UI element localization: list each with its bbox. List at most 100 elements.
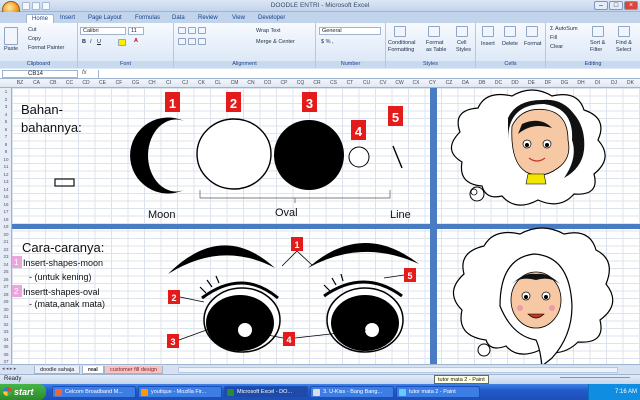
column-header[interactable]: CX: [410, 80, 422, 86]
row-header[interactable]: 5: [0, 119, 12, 124]
zoom-slider[interactable]: [560, 377, 630, 382]
row-header[interactable]: 36: [0, 352, 12, 357]
row-header[interactable]: 23: [0, 254, 12, 259]
delete-cells-button[interactable]: Delete: [502, 41, 518, 47]
clear-button[interactable]: Clear: [550, 44, 563, 50]
function-icon[interactable]: fx: [82, 70, 96, 78]
column-header[interactable]: CB: [47, 80, 59, 86]
format-cells-button[interactable]: Format: [524, 41, 541, 47]
cell-styles-label-2[interactable]: Styles: [456, 47, 471, 53]
autosum-button[interactable]: Σ AutoSum: [550, 26, 578, 32]
font-size-select[interactable]: 11: [128, 27, 144, 35]
cut-button[interactable]: Cut: [28, 27, 37, 33]
row-header[interactable]: 32: [0, 322, 12, 327]
column-header[interactable]: DB: [476, 80, 488, 86]
format-as-table-icon[interactable]: [428, 26, 440, 37]
column-header[interactable]: CM: [229, 80, 241, 86]
tab-developer[interactable]: Developer: [258, 14, 285, 23]
column-header[interactable]: CP: [278, 80, 290, 86]
save-icon[interactable]: [22, 2, 30, 10]
align-middle-icon[interactable]: [188, 27, 196, 34]
left-eye[interactable]: [199, 275, 281, 353]
row-header[interactable]: 26: [0, 277, 12, 282]
redo-icon[interactable]: [42, 2, 50, 10]
column-header[interactable]: CC: [64, 80, 76, 86]
sheet-tab-real[interactable]: real: [82, 366, 104, 374]
left-eyebrow[interactable]: [168, 245, 275, 274]
sheet-nav-arrows[interactable]: ◂ ◂ ▸ ▸: [2, 366, 32, 374]
row-header[interactable]: 15: [0, 194, 12, 199]
column-header[interactable]: DK: [625, 80, 637, 86]
line-shape[interactable]: [392, 145, 403, 169]
column-header[interactable]: CN: [245, 80, 257, 86]
align-center-icon[interactable]: [188, 38, 196, 45]
task-celcom[interactable]: Celcom Broadband M...: [52, 386, 136, 398]
sheet-tab-customer-fill-design[interactable]: customer fill design: [104, 366, 164, 374]
row-header[interactable]: 1: [0, 89, 12, 94]
fill-color-icon[interactable]: [118, 39, 126, 46]
underline-button[interactable]: U: [97, 39, 101, 45]
formula-input[interactable]: [98, 70, 638, 78]
row-header[interactable]: 21: [0, 239, 12, 244]
row-header[interactable]: 8: [0, 142, 12, 147]
row-header[interactable]: 12: [0, 172, 12, 177]
align-left-icon[interactable]: [178, 38, 186, 45]
selected-cell[interactable]: [54, 178, 75, 187]
copy-button[interactable]: Copy: [28, 36, 41, 42]
cell-styles-label[interactable]: Cell: [457, 40, 466, 46]
column-header[interactable]: DA: [460, 80, 472, 86]
row-header[interactable]: 27: [0, 284, 12, 289]
sort-filter-icon[interactable]: [592, 26, 604, 37]
column-header[interactable]: CQ: [295, 80, 307, 86]
undo-icon[interactable]: [32, 2, 40, 10]
format-cells-icon[interactable]: [526, 26, 538, 37]
column-header[interactable]: CG: [130, 80, 142, 86]
bold-button[interactable]: B: [82, 39, 86, 45]
column-header[interactable]: CE: [97, 80, 109, 86]
name-box[interactable]: CB14: [2, 70, 78, 78]
row-header[interactable]: 3: [0, 104, 12, 109]
align-right-icon[interactable]: [198, 38, 206, 45]
tab-page-layout[interactable]: Page Layout: [88, 14, 122, 23]
paste-icon[interactable]: [4, 27, 18, 45]
paste-label[interactable]: Paste: [4, 46, 18, 52]
small-oval-shape[interactable]: [348, 146, 370, 168]
find-select-label-2[interactable]: Select: [616, 47, 631, 53]
column-header[interactable]: CZ: [443, 80, 455, 86]
row-header[interactable]: 16: [0, 202, 12, 207]
oval-black-shape[interactable]: [274, 120, 344, 190]
task-ukiss[interactable]: 3. U-Kiss - Bang Bang...: [310, 386, 394, 398]
row-header[interactable]: 17: [0, 209, 12, 214]
clock[interactable]: 7:16 AM: [615, 389, 637, 395]
number-format-buttons[interactable]: $ % ,: [321, 39, 334, 45]
format-as-table-label-2[interactable]: as Table: [426, 47, 446, 53]
tab-home[interactable]: Home: [26, 14, 55, 23]
fill-button[interactable]: Fill: [550, 35, 557, 41]
column-header[interactable]: CK: [196, 80, 208, 86]
close-button[interactable]: ×: [624, 1, 638, 10]
row-header[interactable]: 6: [0, 127, 12, 132]
delete-cells-icon[interactable]: [504, 26, 516, 37]
row-header[interactable]: 13: [0, 179, 12, 184]
conditional-formatting-icon[interactable]: [394, 26, 406, 37]
tab-view[interactable]: View: [232, 14, 245, 23]
row-header[interactable]: 11: [0, 164, 12, 169]
row-header[interactable]: 4: [0, 112, 12, 117]
task-excel[interactable]: Microsoft Excel - DO...: [224, 386, 308, 398]
insert-cells-icon[interactable]: [482, 26, 494, 37]
cell-styles-icon[interactable]: [456, 26, 468, 37]
oval-white-shape[interactable]: [196, 118, 272, 190]
tab-formulas[interactable]: Formulas: [135, 14, 160, 23]
format-painter-button[interactable]: Format Painter: [28, 45, 64, 51]
align-top-icon[interactable]: [178, 27, 186, 34]
column-header[interactable]: CV: [377, 80, 389, 86]
row-header[interactable]: 29: [0, 299, 12, 304]
row-header[interactable]: 20: [0, 232, 12, 237]
row-header[interactable]: 14: [0, 187, 12, 192]
row-header[interactable]: 25: [0, 269, 12, 274]
column-header[interactable]: DC: [493, 80, 505, 86]
column-header[interactable]: DF: [542, 80, 554, 86]
column-header[interactable]: DI: [592, 80, 604, 86]
row-header[interactable]: 19: [0, 224, 12, 229]
row-header[interactable]: 28: [0, 292, 12, 297]
